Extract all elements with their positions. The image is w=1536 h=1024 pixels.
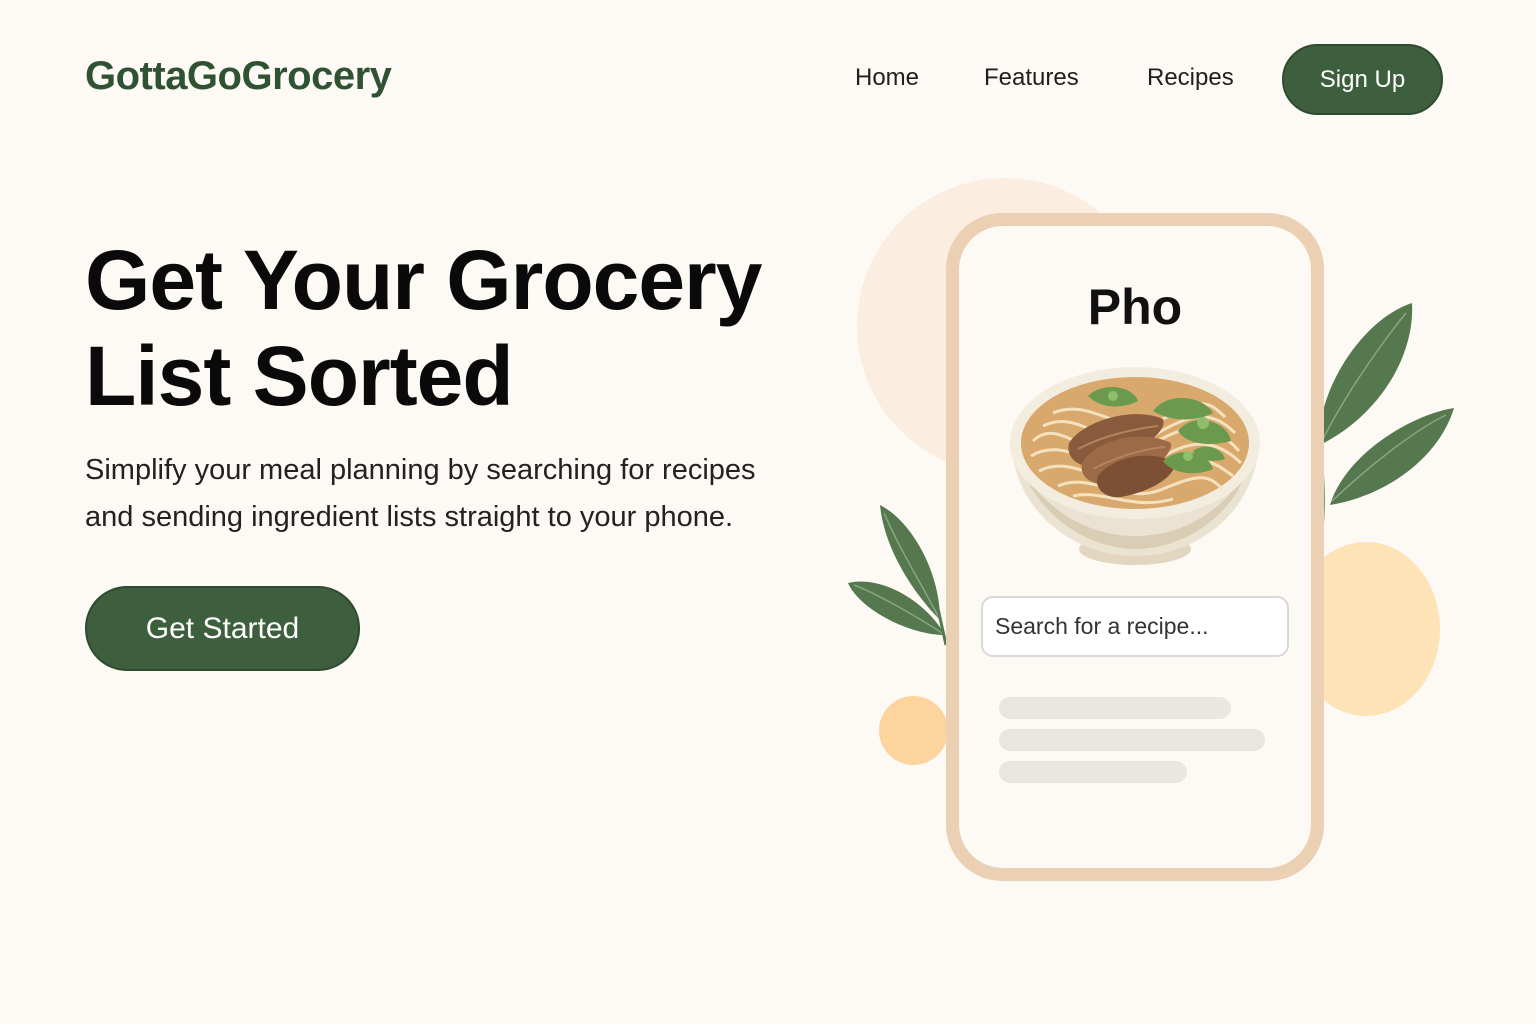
recipe-search-input[interactable] bbox=[995, 613, 1291, 640]
placeholder-line bbox=[999, 729, 1265, 751]
sign-up-button[interactable]: Sign Up bbox=[1282, 44, 1443, 115]
hero-title-line-1: Get Your Grocery bbox=[85, 233, 762, 327]
phone-screen: Pho bbox=[959, 226, 1311, 868]
placeholder-line bbox=[999, 761, 1187, 783]
recipe-title: Pho bbox=[1087, 279, 1183, 335]
recipe-search-box[interactable] bbox=[981, 596, 1291, 657]
hero-title-line-2: List Sorted bbox=[85, 329, 514, 423]
phone-mockup: Pho bbox=[946, 213, 1324, 881]
hero-title: Get Your Grocery List Sorted bbox=[85, 232, 845, 424]
get-started-button[interactable]: Get Started bbox=[85, 586, 360, 671]
pho-bowl-icon bbox=[1010, 367, 1260, 565]
leaf-icon-right bbox=[1318, 303, 1454, 531]
hero-subtitle-line-2: and sending ingredient lists straight to… bbox=[85, 501, 734, 533]
landing-page: GottaGoGrocery Home Features Recipes Sig… bbox=[0, 0, 1536, 1024]
logo[interactable]: GottaGoGrocery bbox=[85, 54, 392, 99]
placeholder-line bbox=[999, 697, 1231, 719]
hero-subtitle: Simplify your meal planning by searching… bbox=[85, 447, 825, 541]
nav-link-home[interactable]: Home bbox=[855, 64, 919, 92]
decor-circle-small bbox=[879, 696, 948, 765]
nav-link-features[interactable]: Features bbox=[984, 64, 1079, 92]
leaf-icon-left bbox=[848, 505, 948, 646]
hero-subtitle-line-1: Simplify your meal planning by searching… bbox=[85, 454, 756, 486]
nav-link-recipes[interactable]: Recipes bbox=[1147, 64, 1234, 92]
